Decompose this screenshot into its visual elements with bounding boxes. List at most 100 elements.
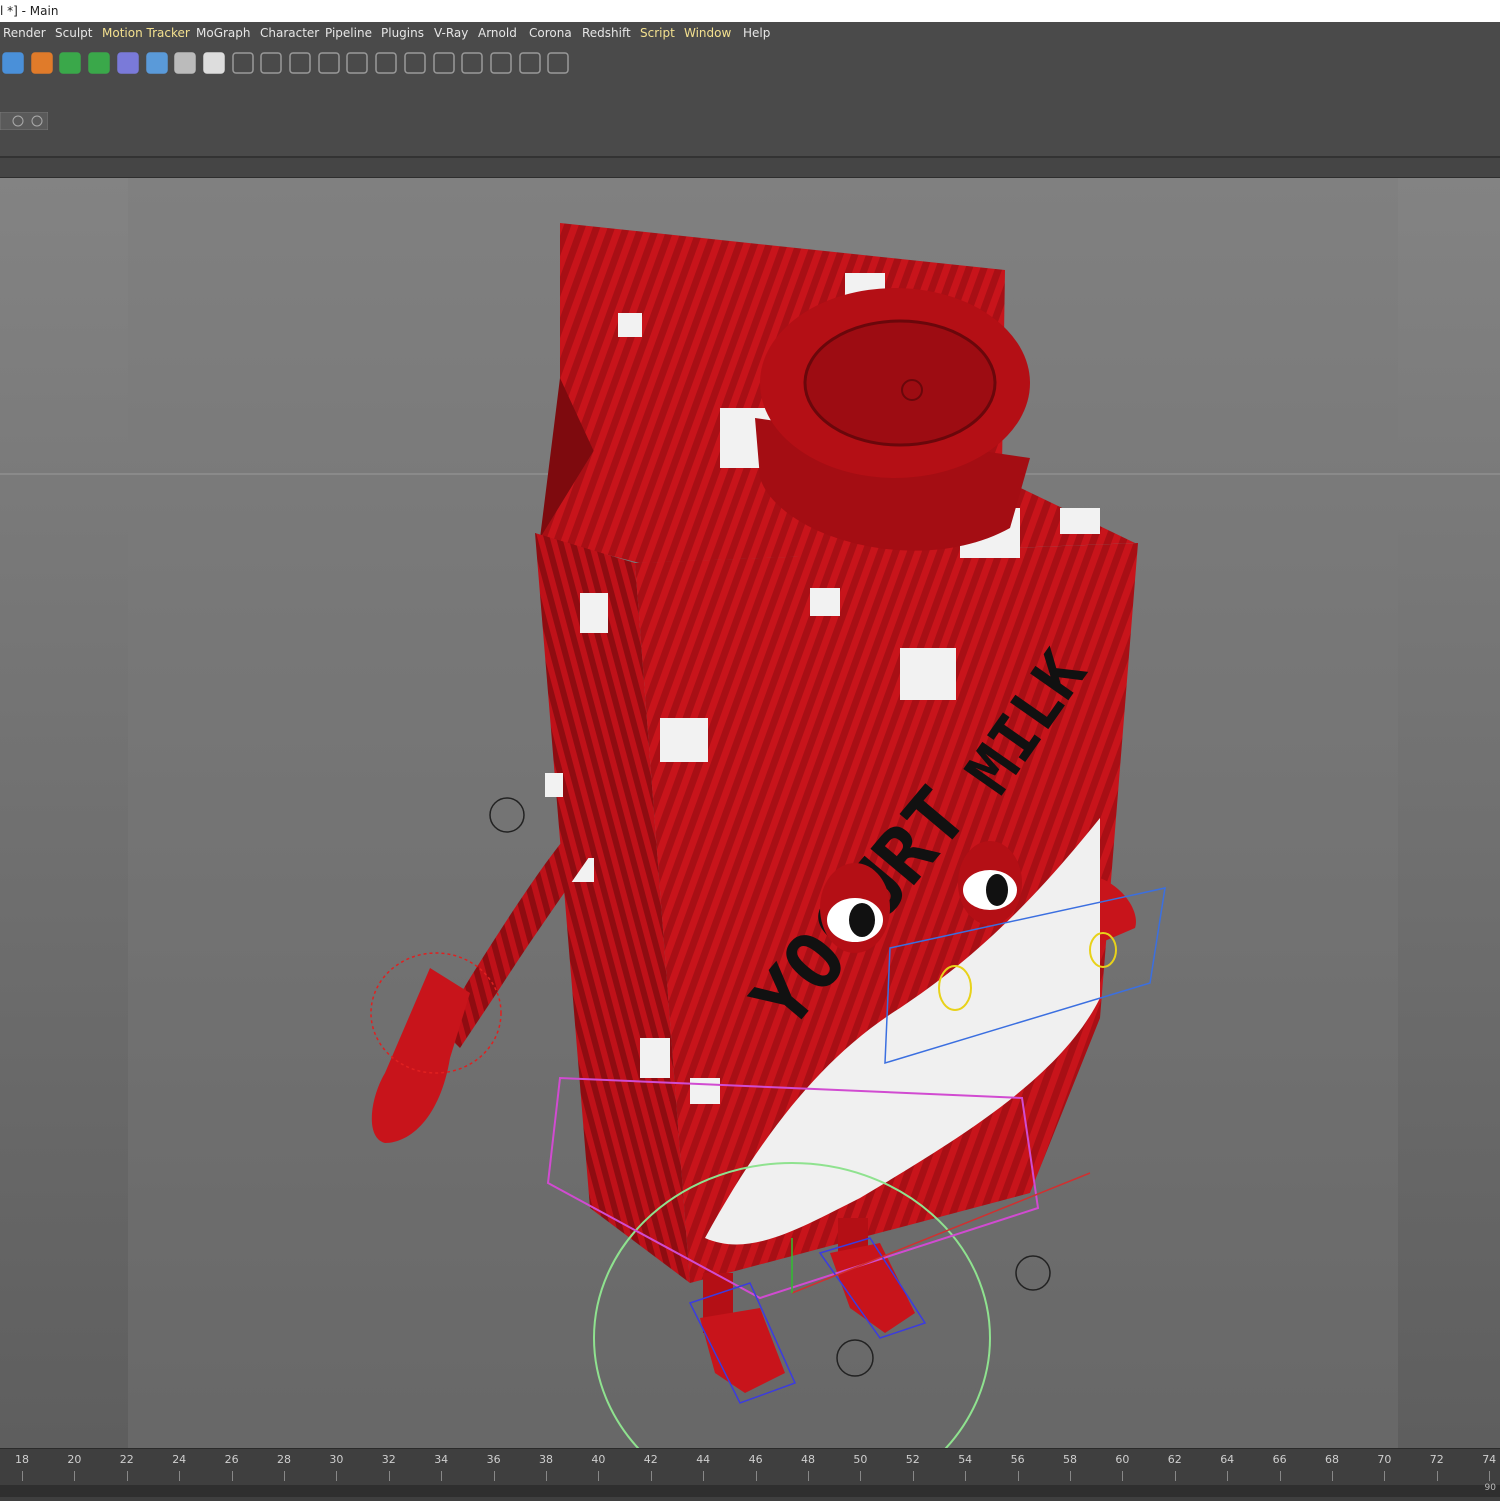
menu-item-script[interactable]: Script [640, 22, 675, 45]
array-icon[interactable] [86, 50, 112, 76]
timeline-tick-label: 18 [15, 1453, 29, 1466]
timeline-tick-label: 62 [1167, 1453, 1182, 1466]
timeline-tick-label: 32 [381, 1453, 396, 1466]
timeline-tick [126, 1471, 128, 1481]
timeline-tick [1174, 1471, 1176, 1481]
timeline-tick [1227, 1471, 1229, 1481]
subdivision-icon[interactable] [57, 50, 83, 76]
timeline-tick-label: 20 [67, 1453, 82, 1466]
timeline-tick [598, 1471, 600, 1481]
menu-item-arnold[interactable]: Arnold [478, 22, 517, 45]
timeline-tick-label: 70 [1377, 1453, 1392, 1466]
carton-cap[interactable] [755, 288, 1030, 551]
timeline-tick [1436, 1471, 1438, 1481]
cap-inner [803, 319, 997, 447]
tag-icon[interactable] [230, 50, 256, 76]
menu-item-redshift[interactable]: Redshift [582, 22, 631, 45]
timeline-tick [1332, 1471, 1333, 1481]
timeline-tick [493, 1471, 495, 1481]
right-eye[interactable] [958, 841, 1022, 925]
deformer-icon[interactable] [115, 50, 141, 76]
timeline-tick-label: 68 [1325, 1453, 1339, 1466]
timeline-tick-label: 26 [224, 1453, 239, 1466]
timeline-tick [1122, 1471, 1124, 1481]
timeline-end-label: 90 [1484, 1483, 1496, 1493]
timeline-tick-label: 66 [1272, 1453, 1287, 1466]
menu-item-pipeline[interactable]: Pipeline [325, 22, 372, 45]
timeline-tick-label: 28 [277, 1453, 291, 1466]
symmetry-icon[interactable] [258, 50, 284, 76]
timeline-tick-label: 30 [329, 1453, 344, 1466]
menu-item-help[interactable]: Help [743, 22, 770, 45]
timeline-tick [1070, 1471, 1071, 1481]
pen-icon[interactable] [29, 50, 55, 76]
timeline-tick-label: 74 [1482, 1453, 1497, 1466]
timeline-tick [703, 1471, 705, 1481]
menu-item-plugins[interactable]: Plugins [381, 22, 424, 45]
camera-icon[interactable] [172, 50, 198, 76]
timeline-tick [1017, 1471, 1019, 1481]
timeline-tick-label: 54 [958, 1453, 973, 1466]
timeline-tick [231, 1471, 233, 1481]
3d-viewport[interactable]: MILK YOGURT [0, 178, 1500, 1448]
timeline[interactable]: 90 18 20 22 24 26 28 30 32 34 36 38 40 42 44 46 48 50 52 5… [0, 1448, 1500, 1501]
joint-icon[interactable] [344, 50, 370, 76]
timeline-tick [74, 1471, 76, 1481]
fracture-icon[interactable] [431, 50, 457, 76]
dots2-icon[interactable] [517, 50, 543, 76]
timeline-tick-label: 42 [643, 1453, 658, 1466]
floor-icon[interactable] [144, 50, 170, 76]
small-toolbar [0, 111, 49, 131]
timeline-track[interactable] [0, 1485, 1500, 1497]
timeline-tick [808, 1471, 809, 1481]
timeline-tick [755, 1471, 757, 1481]
cloner-icon[interactable] [402, 50, 428, 76]
timeline-tick-label: 58 [1063, 1453, 1077, 1466]
timeline-tick [284, 1471, 285, 1481]
timeline-tick-label: 46 [748, 1453, 763, 1466]
timeline-tick-label: 48 [801, 1453, 815, 1466]
timeline-tick-label: 24 [172, 1453, 187, 1466]
timeline-tick-label: 40 [591, 1453, 606, 1466]
timeline-tick-label: 56 [1010, 1453, 1025, 1466]
menu-item-motion-tracker[interactable]: Motion Tracker [102, 22, 190, 45]
menu-item-corona[interactable]: Corona [529, 22, 572, 45]
timeline-tick-label: 36 [486, 1453, 501, 1466]
timeline-tick [1279, 1471, 1281, 1481]
title-bar: l *] - Main [0, 0, 1500, 22]
spline-icon[interactable] [316, 50, 342, 76]
window-title: l *] - Main [0, 4, 59, 18]
timeline-tick [388, 1471, 390, 1481]
light-icon[interactable] [201, 50, 227, 76]
timeline-tick-label: 38 [539, 1453, 553, 1466]
timeline-tick-label: 22 [119, 1453, 134, 1466]
cube-icon[interactable] [0, 50, 26, 76]
menu-item-window[interactable]: Window [684, 22, 731, 45]
timeline-tick-label: 52 [905, 1453, 920, 1466]
grid-icon[interactable] [459, 50, 485, 76]
timeline-tick-label: 60 [1115, 1453, 1130, 1466]
timeline-tick-label: 50 [853, 1453, 868, 1466]
dots3-icon[interactable] [545, 50, 571, 76]
timeline-tick [860, 1471, 862, 1481]
left-eye[interactable] [820, 863, 890, 953]
ik-icon[interactable] [373, 50, 399, 76]
timeline-tick [965, 1471, 967, 1481]
viewport-header [0, 158, 1500, 178]
timeline-tick-label: 64 [1220, 1453, 1235, 1466]
timeline-tick [650, 1471, 652, 1481]
timeline-tick [546, 1471, 547, 1481]
timeline-tick [1384, 1471, 1386, 1481]
mesh-icon[interactable] [287, 50, 313, 76]
menu-item-sculpt[interactable]: Sculpt [55, 22, 92, 45]
menu-item-mograph[interactable]: MoGraph [196, 22, 251, 45]
menu-item-v-ray[interactable]: V-Ray [434, 22, 468, 45]
menu-bar: Render Sculpt Motion Tracker MoGraph Charact… [0, 22, 1500, 46]
timeline-tick [336, 1471, 338, 1481]
menu-item-render[interactable]: Render [3, 22, 46, 45]
timeline-tick [22, 1471, 23, 1481]
dots-icon[interactable] [488, 50, 514, 76]
timeline-tick-label: 72 [1429, 1453, 1444, 1466]
menu-item-character[interactable]: Character [260, 22, 319, 45]
toolbar [0, 46, 1500, 156]
